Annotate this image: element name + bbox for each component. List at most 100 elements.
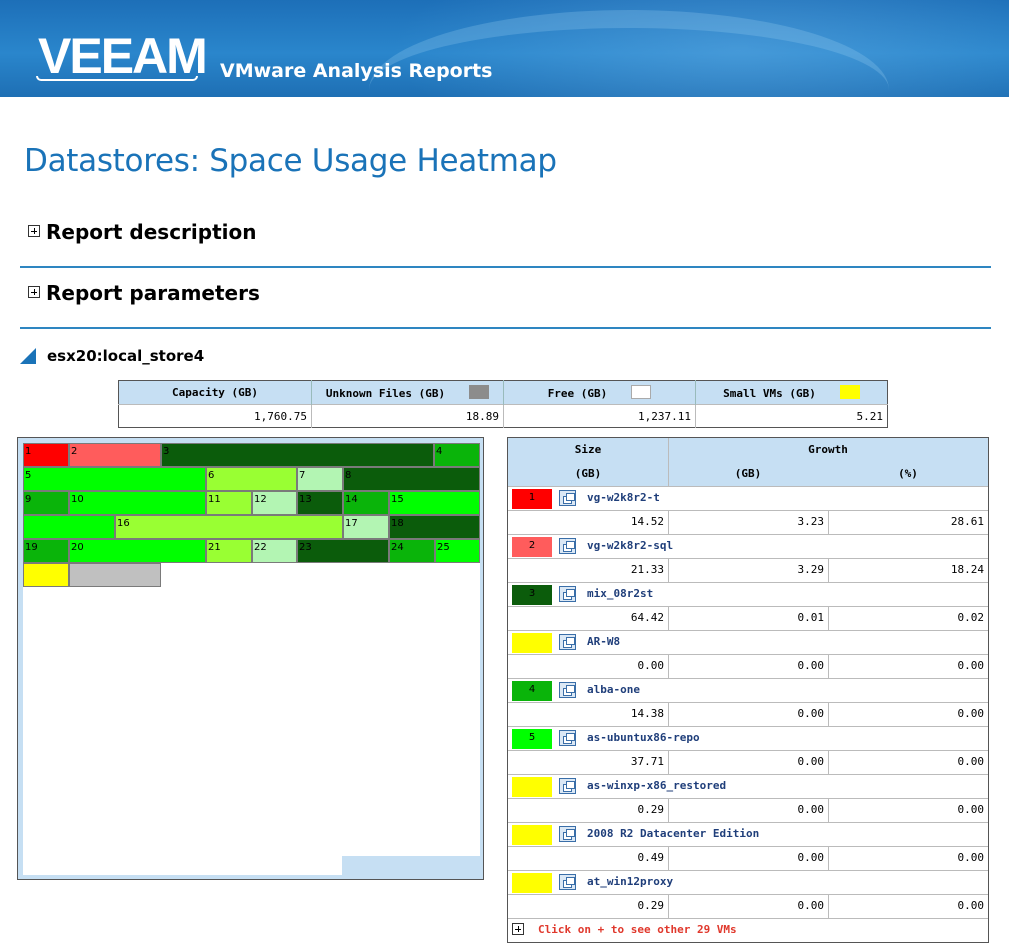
table-row: AR-W8 0.00 0.00 0.00 [508,630,988,678]
heatmap-cell[interactable]: 4 [434,443,480,467]
vm-name-link[interactable]: AR-W8 [587,635,620,648]
vm-size: 0.49 [637,851,665,864]
vm-growth-gb: 3.23 [797,515,825,528]
datastore-name: esx20:local_store4 [47,347,205,365]
heatmap-cell[interactable]: 19 [23,539,69,563]
vm-name-link[interactable]: as-ubuntux86-repo [587,731,700,744]
vm-icon [559,874,576,890]
vm-growth-pct: 0.00 [957,851,985,864]
logo-swoosh [36,76,198,81]
summary-value: 1,237.11 [503,404,696,428]
heatmap-cell[interactable]: 10 [69,491,206,515]
summary-value: 1,760.75 [118,404,312,428]
divider [508,918,988,919]
vm-growth-pct: 0.02 [957,611,985,624]
header-banner: VEEAM VMware Analysis Reports [0,0,1009,97]
heatmap-cell[interactable]: 12 [252,491,297,515]
vm-color-swatch: 5 [512,729,552,749]
vm-growth-gb: 0.00 [797,755,825,768]
growth-header: Growth [808,443,848,456]
unknown-files-swatch [469,385,490,399]
vm-growth-gb: 0.00 [797,803,825,816]
vm-size: 14.52 [630,515,664,528]
vm-icon [559,826,576,842]
heatmap-cell[interactable]: 14 [343,491,389,515]
heatmap-cell[interactable] [69,563,161,587]
vm-icon [559,490,576,506]
report-parameters-toggle[interactable]: Report parameters [28,281,260,305]
heatmap-cell[interactable]: 13 [297,491,343,515]
table-row: 3 mix_08r2st 64.42 0.01 0.02 [508,582,988,630]
vm-name-link[interactable]: vg-w2k8r2-sql [587,539,673,552]
table-row: 4 alba-one 14.38 0.00 0.00 [508,678,988,726]
vm-growth-pct: 0.00 [957,803,985,816]
app-title: VMware Analysis Reports [220,60,493,82]
column-divider [668,438,669,486]
vm-growth-pct: 0.00 [957,755,985,768]
vm-icon [559,586,576,602]
vm-growth-pct: 0.00 [957,659,985,672]
table-row: 2 vg-w2k8r2-sql 21.33 3.29 18.24 [508,534,988,582]
heatmap-cell[interactable]: 2 [69,443,161,467]
vm-name-row [508,870,988,894]
vm-name-link[interactable]: mix_08r2st [587,587,653,600]
heatmap-cell[interactable]: 24 [389,539,435,563]
expand-icon[interactable] [28,225,40,237]
heatmap-cell[interactable]: 18 [389,515,480,539]
growth-gb-header: (GB) [734,467,762,480]
heatmap-cell[interactable]: 22 [252,539,297,563]
heatmap-cell[interactable]: 6 [206,467,297,491]
page-title: Datastores: Space Usage Heatmap [24,143,557,179]
summary-header: Capacity (GB) [118,380,312,405]
vm-color-swatch [512,873,552,893]
vm-name-row [508,726,988,750]
summary-value: 18.89 [311,404,504,428]
vm-name-row [508,582,988,606]
vm-name-link[interactable]: as-winxp-x86_restored [587,779,726,792]
section-label: Report description [46,220,257,244]
heatmap-cell[interactable]: 8 [343,467,480,491]
vm-color-swatch: 1 [512,489,552,509]
heatmap-cell[interactable]: 5 [23,467,206,491]
report-description-toggle[interactable]: Report description [28,220,256,244]
heatmap-cell[interactable]: 21 [206,539,252,563]
heatmap-cell[interactable]: 9 [23,491,69,515]
vm-name-row [508,534,988,558]
show-more-vms-link[interactable]: Click on + to see other 29 VMs [512,923,737,936]
vm-name-link[interactable]: 2008 R2 Datacenter Edition [587,827,759,840]
summary-header: Free (GB) [503,380,696,405]
heatmap-cell[interactable]: 1 [23,443,69,467]
vm-name-row [508,630,988,654]
vm-size: 0.29 [637,803,665,816]
heatmap-cell[interactable]: 25 [435,539,480,563]
vm-color-swatch [512,633,552,653]
vm-growth-gb: 0.00 [797,659,825,672]
vm-name-row [508,774,988,798]
veeam-logo: VEEAM [38,28,208,84]
vm-growth-pct: 0.00 [957,707,985,720]
size-header: Size [574,443,602,456]
summary-header: Small VMs (GB) [695,380,888,405]
growth-pct-header: (%) [898,467,918,480]
vm-growth-pct: 18.24 [950,563,984,576]
vm-name-link[interactable]: at_win12proxy [587,875,673,888]
vm-name-link[interactable]: vg-w2k8r2-t [587,491,660,504]
collapse-triangle-icon[interactable] [20,348,36,364]
heatmap-cell[interactable] [23,563,69,587]
heatmap-cell[interactable]: 16 [115,515,343,539]
heatmap-cell[interactable]: 11 [206,491,252,515]
table-row: 5 as-ubuntux86-repo 37.71 0.00 0.00 [508,726,988,774]
heatmap-cell[interactable]: 15 [389,491,480,515]
vm-growth-gb: 0.00 [797,851,825,864]
expand-icon[interactable] [28,286,40,298]
vm-icon [559,730,576,746]
heatmap-cell[interactable] [23,515,115,539]
heatmap-cell[interactable]: 3 [161,443,434,467]
vm-name-link[interactable]: alba-one [587,683,640,696]
heatmap-cell[interactable]: 7 [297,467,343,491]
expand-icon[interactable] [512,923,524,935]
heatmap-cell[interactable]: 17 [343,515,389,539]
heatmap-cell[interactable]: 20 [69,539,206,563]
heatmap-cell[interactable]: 23 [297,539,389,563]
vm-growth-pct: 28.61 [950,515,984,528]
